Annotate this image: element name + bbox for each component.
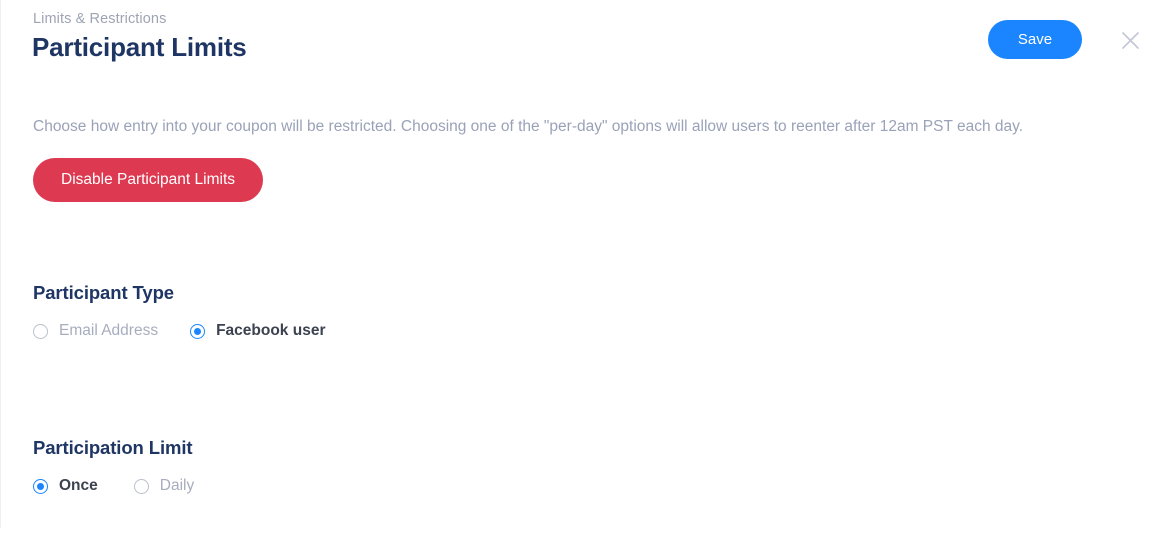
- radio-label-daily: Daily: [159, 477, 195, 494]
- radio-mark-icon: [33, 323, 48, 339]
- radio-label-facebook-user: Facebook user: [216, 322, 326, 339]
- radio-group-participant-type: Email Address Facebook user: [33, 322, 325, 340]
- radio-option-email-address[interactable]: Email Address: [33, 322, 158, 340]
- radio-mark-selected-icon: [33, 478, 48, 494]
- panel-header: Limits & Restrictions Participant Limits…: [0, 0, 1172, 82]
- radio-group-participation-limit: Once Daily: [33, 477, 194, 495]
- close-button[interactable]: [1115, 25, 1145, 55]
- section-heading-participant-type: Participant Type: [33, 282, 174, 303]
- section-participant-type: Participant Type Email Address Facebook …: [33, 282, 325, 340]
- save-button[interactable]: Save: [988, 20, 1082, 59]
- radio-mark-icon: [133, 478, 149, 494]
- page-title: Participant Limits: [32, 32, 247, 62]
- panel-description: Choose how entry into your coupon will b…: [33, 118, 1024, 135]
- radio-option-once[interactable]: Once: [33, 477, 98, 495]
- radio-option-facebook-user[interactable]: Facebook user: [190, 322, 325, 340]
- radio-label-once: Once: [59, 477, 98, 494]
- section-heading-participation-limit: Participation Limit: [33, 437, 193, 458]
- participant-limits-panel: Limits & Restrictions Participant Limits…: [0, 0, 1172, 543]
- radio-option-daily[interactable]: Daily: [133, 477, 195, 495]
- disable-participant-limits-button[interactable]: Disable Participant Limits: [33, 158, 264, 202]
- close-icon: [1121, 31, 1140, 50]
- radio-mark-selected-icon: [190, 323, 206, 339]
- section-participation-limit: Participation Limit Once Daily: [33, 437, 194, 495]
- breadcrumb: Limits & Restrictions: [33, 11, 167, 27]
- radio-label-email-address: Email Address: [59, 322, 159, 339]
